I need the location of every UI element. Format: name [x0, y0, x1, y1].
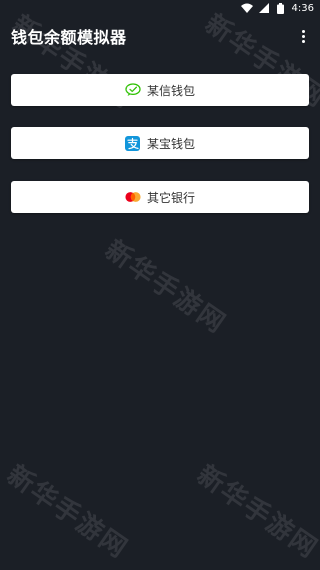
alipay-wallet-label: 某宝钱包 [146, 136, 195, 151]
status-icons: 4:36 [240, 1, 314, 15]
wechat-wallet-label: 某信钱包 [146, 83, 195, 98]
alipay-icon [125, 135, 141, 151]
watermark: 新华手游网 [191, 459, 320, 565]
wifi-icon [240, 2, 253, 14]
signal-icon [258, 2, 270, 14]
overflow-menu-icon[interactable] [298, 25, 308, 47]
wechat-icon [125, 82, 141, 98]
overflow-dot [301, 34, 305, 38]
other-banks-label: 其它银行 [146, 190, 195, 205]
alipay-wallet-button[interactable]: 某宝钱包 [11, 127, 309, 159]
wechat-wallet-button[interactable]: 某信钱包 [11, 74, 309, 106]
mastercard-icon [125, 189, 141, 205]
status-bar: 4:36 [0, 0, 320, 16]
other-banks-button[interactable]: 其它银行 [11, 181, 309, 213]
watermark: 新华手游网 [99, 234, 232, 340]
overflow-dot [301, 29, 305, 33]
status-time: 4:36 [291, 2, 314, 14]
battery-icon [275, 2, 287, 14]
watermark: 新华手游网 [1, 459, 134, 565]
page-title: 钱包余额模拟器 [11, 28, 127, 47]
overflow-dot [301, 39, 305, 43]
app-bar: 钱包余额模拟器 [0, 16, 320, 56]
